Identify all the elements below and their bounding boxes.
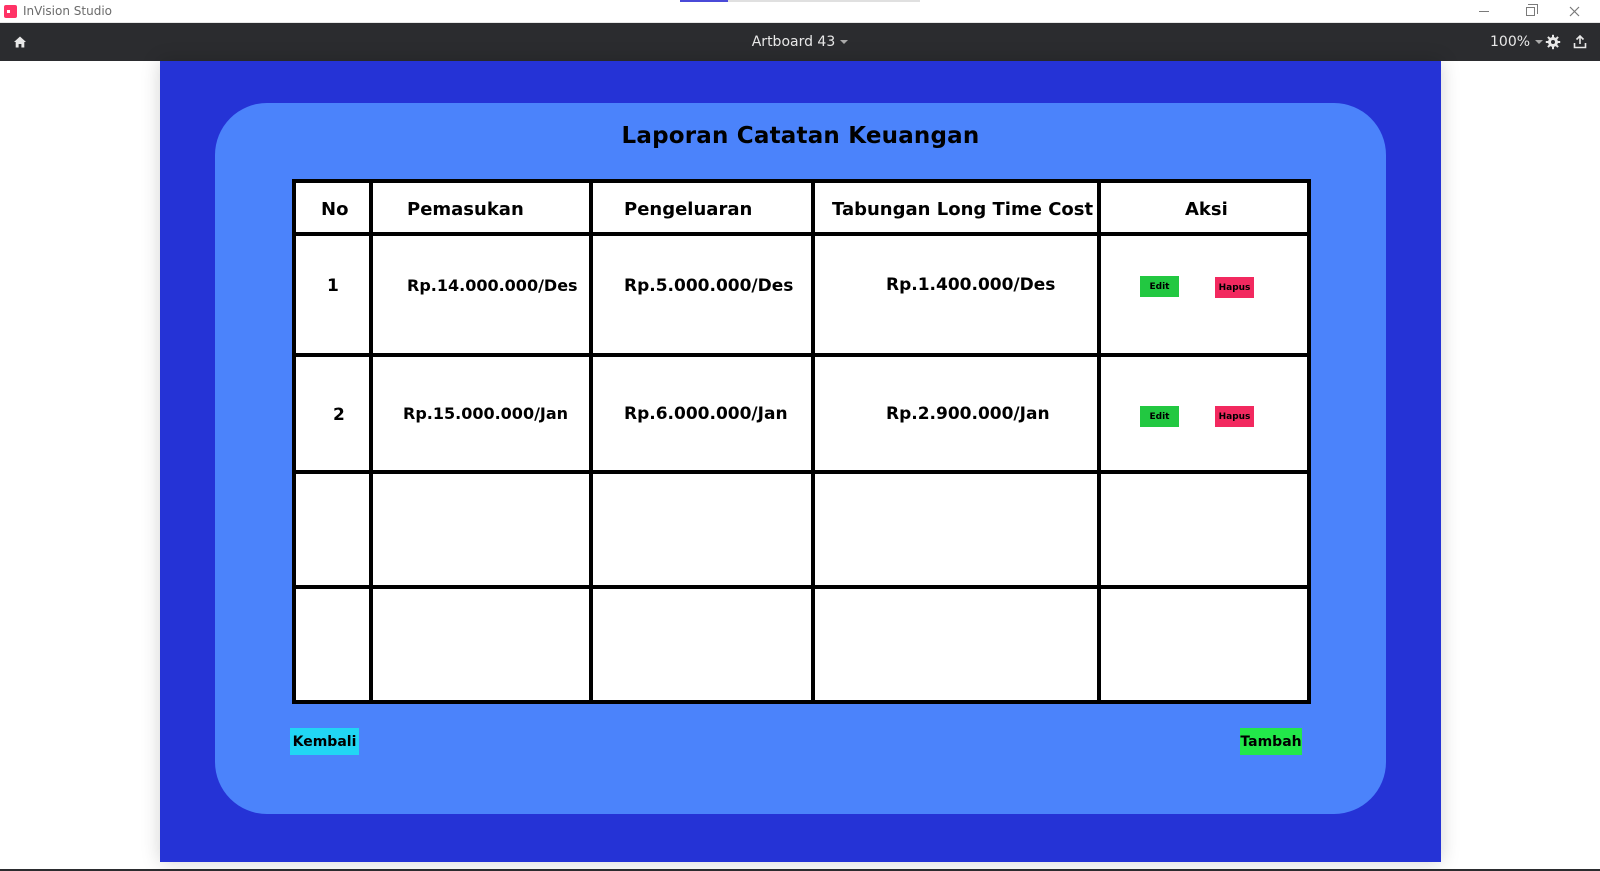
row-2-pengeluaran: Rp.6.000.000/Jan	[624, 404, 788, 424]
minimize-icon	[1479, 10, 1489, 12]
restore-icon	[1525, 3, 1538, 16]
row-1-tabungan: Rp.1.400.000/Des	[886, 275, 1056, 295]
header-pengeluaran: Pengeluaran	[624, 198, 753, 220]
close-icon	[1569, 6, 1579, 16]
header-pemasukan: Pemasukan	[407, 198, 524, 220]
row-1-no: 1	[327, 276, 339, 296]
row-1-pemasukan: Rp.14.000.000/Des	[407, 275, 578, 295]
home-icon[interactable]	[13, 35, 27, 49]
row-2-tabungan: Rp.2.900.000/Jan	[886, 404, 1050, 424]
artboard-selector-wrap: Artboard 43	[0, 23, 1600, 61]
table-divider	[296, 353, 1307, 357]
row-2-no: 2	[333, 405, 345, 425]
artboard-selector[interactable]: Artboard 43	[752, 23, 849, 61]
row-2-pemasukan: Rp.15.000.000/Jan	[403, 403, 569, 423]
header-aksi: Aksi	[1185, 198, 1228, 220]
export-icon[interactable]	[1572, 34, 1588, 50]
close-button[interactable]	[1552, 0, 1596, 22]
kembali-button[interactable]: Kembali	[290, 728, 359, 755]
header-tabungan: Tabungan Long Time Cost	[832, 198, 1094, 220]
row-1-hapus-button[interactable]: Hapus	[1215, 277, 1254, 298]
design-canvas: Laporan Catatan Keuangan No Pemasukan Pe…	[0, 61, 1600, 871]
artboard-name: Artboard 43	[751, 34, 836, 50]
app-title: InVision Studio	[23, 4, 112, 18]
invision-logo-icon	[4, 5, 17, 18]
table-divider	[369, 183, 373, 700]
table-divider	[296, 470, 1307, 474]
row-1-edit-button[interactable]: Edit	[1140, 276, 1179, 297]
row-1-pengeluaran: Rp.5.000.000/Des	[624, 276, 794, 296]
page-title: Laporan Catatan Keuangan	[621, 123, 980, 149]
gear-icon[interactable]	[1545, 34, 1561, 50]
chevron-down-icon	[1535, 40, 1544, 44]
table-divider	[296, 232, 1307, 236]
table-divider	[589, 183, 593, 700]
header-no: No	[321, 198, 349, 220]
chevron-down-icon	[840, 40, 849, 44]
active-tab-indicator	[680, 0, 728, 2]
row-2-edit-button[interactable]: Edit	[1140, 406, 1179, 427]
studio-toolbar: Artboard 43 100%	[0, 23, 1600, 61]
report-panel: Laporan Catatan Keuangan No Pemasukan Pe…	[215, 103, 1386, 814]
row-2-hapus-button[interactable]: Hapus	[1215, 406, 1254, 427]
restore-button[interactable]	[1508, 0, 1552, 22]
tab-indicator	[680, 0, 920, 2]
table-divider	[1097, 183, 1101, 700]
financial-report-table: No Pemasukan Pengeluaran Tabungan Long T…	[292, 179, 1311, 704]
table-divider	[296, 585, 1307, 589]
window-title-bar: InVision Studio	[0, 0, 1600, 23]
minimize-button[interactable]	[1462, 0, 1506, 22]
artboard: Laporan Catatan Keuangan No Pemasukan Pe…	[160, 61, 1441, 862]
zoom-level: 100%	[1490, 34, 1531, 50]
zoom-selector[interactable]: 100%	[1490, 23, 1544, 61]
tambah-button[interactable]: Tambah	[1240, 728, 1302, 755]
table-divider	[811, 183, 815, 700]
